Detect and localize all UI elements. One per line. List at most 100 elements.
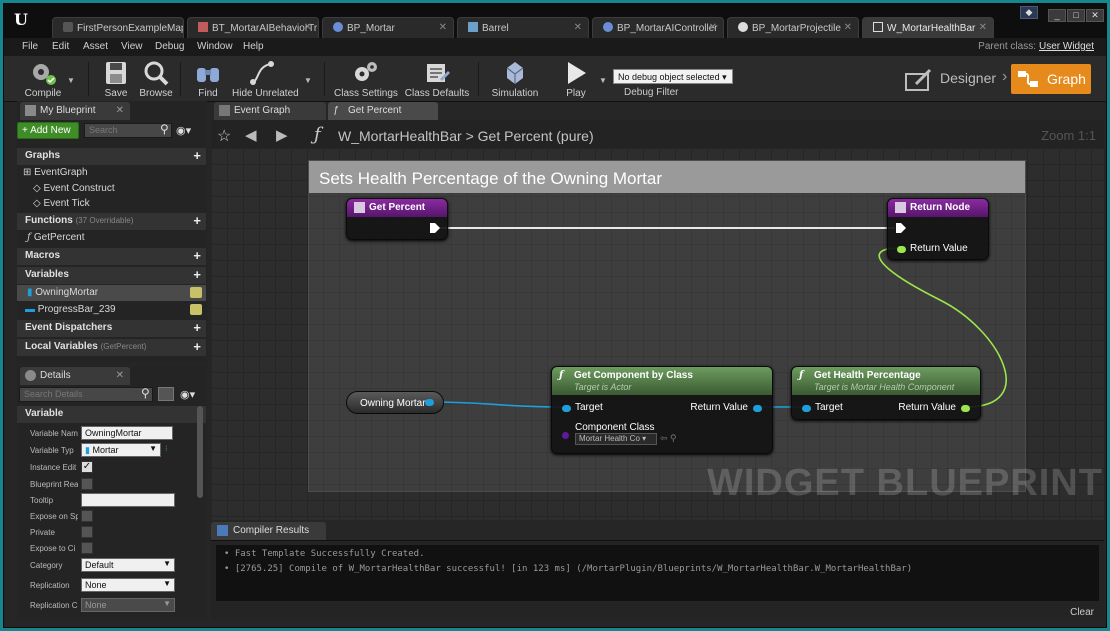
menu-file[interactable]: File: [22, 41, 38, 52]
return-node[interactable]: Return Node Return Value: [887, 198, 989, 260]
minimize-button[interactable]: _: [1048, 9, 1066, 22]
get-health-percentage-node[interactable]: ƒ Get Health Percentage Target is Mortar…: [791, 366, 981, 420]
tab-first-person-map[interactable]: FirstPersonExampleMap*: [52, 17, 184, 38]
replication-select[interactable]: None ▼: [81, 578, 175, 592]
menu-view[interactable]: View: [121, 41, 143, 52]
graphs-section-header[interactable]: Graphs +: [17, 148, 206, 165]
replication-condition-select[interactable]: None ▼: [81, 598, 175, 612]
get-component-by-class-node[interactable]: ƒ Get Component by Class Target is Actor…: [551, 366, 773, 454]
parent-class-link[interactable]: User Widget: [1039, 41, 1094, 52]
tab-barrel[interactable]: Barrel ✕: [457, 17, 589, 38]
details-tab[interactable]: Details ✕: [20, 367, 130, 385]
star-icon[interactable]: ☆: [217, 126, 231, 146]
property-matrix-icon[interactable]: [158, 387, 174, 401]
browse-button[interactable]: Browse: [136, 58, 176, 100]
tree-item-progress-bar[interactable]: ▬ ProgressBar_239: [17, 302, 206, 318]
tooltip-input[interactable]: [81, 493, 175, 507]
use-selected-asset-icon[interactable]: ⇦ ⚲: [660, 433, 677, 444]
add-graph-icon[interactable]: +: [193, 148, 201, 163]
close-icon[interactable]: ✕: [979, 22, 987, 33]
add-local-variable-icon[interactable]: +: [193, 339, 201, 354]
maximize-button[interactable]: □: [1067, 9, 1085, 22]
add-variable-icon[interactable]: +: [193, 267, 201, 282]
instance-editable-checkbox[interactable]: ✓: [81, 461, 93, 473]
return-value-pin[interactable]: [753, 405, 762, 412]
variables-section-header[interactable]: Variables +: [17, 267, 206, 284]
close-window-button[interactable]: ✕: [1086, 9, 1104, 22]
private-checkbox[interactable]: [81, 526, 93, 538]
graph-mode-button[interactable]: Graph: [1011, 64, 1091, 94]
exec-in-pin[interactable]: [896, 223, 906, 233]
add-new-button[interactable]: + Add New: [17, 122, 79, 139]
functions-section-header[interactable]: Functions (37 Overridable) +: [17, 213, 206, 230]
target-pin[interactable]: [562, 405, 571, 412]
details-search-input[interactable]: Search Details: [19, 387, 153, 402]
details-scrollbar[interactable]: [197, 406, 203, 498]
container-type-icon[interactable]: ⁝: [165, 444, 168, 453]
clear-button[interactable]: Clear: [1070, 607, 1094, 618]
my-blueprint-search-input[interactable]: Search: [84, 123, 172, 138]
play-options-arrow[interactable]: ▼: [599, 76, 607, 85]
return-value-pin[interactable]: [961, 405, 970, 412]
add-macro-icon[interactable]: +: [193, 248, 201, 263]
blueprint-read-only-checkbox[interactable]: [81, 478, 93, 490]
eye-icon[interactable]: [190, 304, 202, 315]
close-icon[interactable]: ✕: [116, 105, 124, 116]
compiler-results-tab[interactable]: Compiler Results: [211, 522, 326, 540]
owning-mortar-get-node[interactable]: Owning Mortar: [346, 391, 444, 414]
tab-health-bar[interactable]: W_MortarHealthBar ✕: [862, 17, 994, 38]
return-value-pin[interactable]: [897, 246, 906, 253]
play-button[interactable]: Play: [552, 58, 600, 100]
close-icon[interactable]: ✕: [844, 22, 852, 33]
comment-title[interactable]: Sets Health Percentage of the Owning Mor…: [309, 161, 1025, 193]
close-icon[interactable]: ✕: [439, 22, 447, 33]
tree-item-get-percent[interactable]: ƒ GetPercent: [17, 230, 206, 246]
exec-out-pin[interactable]: [430, 223, 440, 233]
add-event-dispatcher-icon[interactable]: +: [193, 320, 201, 335]
class-settings-button[interactable]: Class Settings: [334, 58, 398, 100]
eye-view-options-icon[interactable]: ◉▾: [176, 124, 191, 137]
macros-section-header[interactable]: Macros +: [17, 248, 206, 265]
expose-on-spawn-checkbox[interactable]: [81, 510, 93, 522]
menu-asset[interactable]: Asset: [83, 41, 108, 52]
class-defaults-button[interactable]: Class Defaults: [404, 58, 470, 100]
component-class-pin[interactable]: [562, 432, 569, 439]
close-icon[interactable]: ✕: [709, 22, 717, 33]
eye-view-options-icon[interactable]: ◉▾: [180, 388, 195, 401]
my-blueprint-tab[interactable]: My Blueprint ✕: [20, 102, 130, 120]
local-variables-section-header[interactable]: Local Variables (GetPercent) +: [17, 339, 206, 356]
tree-item-owning-mortar[interactable]: ▮ OwningMortar: [17, 285, 206, 301]
variable-name-input[interactable]: OwningMortar: [81, 426, 173, 440]
debug-object-select[interactable]: No debug object selected ▾: [613, 69, 733, 84]
close-icon[interactable]: ✕: [574, 22, 582, 33]
expose-to-cinematics-checkbox[interactable]: [81, 542, 93, 554]
hide-unrelated-button[interactable]: Hide Unrelated: [232, 58, 299, 100]
back-arrow-icon[interactable]: ◀: [245, 126, 257, 144]
menu-window[interactable]: Window: [197, 41, 233, 52]
component-class-select[interactable]: Mortar Health Co ▾: [575, 433, 657, 445]
tab-projectile[interactable]: BP_MortarProjectile ✕: [727, 17, 859, 38]
save-button[interactable]: Save: [96, 58, 136, 100]
tab-ai-controller[interactable]: BP_MortarAIController ✕: [592, 17, 724, 38]
tree-item-event-graph[interactable]: ⊞ EventGraph: [17, 165, 206, 181]
target-pin[interactable]: [802, 405, 811, 412]
tab-get-percent[interactable]: ƒ Get Percent: [328, 102, 438, 120]
tab-event-graph[interactable]: Event Graph: [214, 102, 326, 120]
eye-icon[interactable]: [190, 287, 202, 298]
menu-help[interactable]: Help: [243, 41, 264, 52]
close-icon[interactable]: ✕: [304, 22, 312, 33]
tab-bp-mortar[interactable]: BP_Mortar ✕: [322, 17, 454, 38]
category-select[interactable]: Default ▼: [81, 558, 175, 572]
simulation-button[interactable]: Simulation: [488, 58, 542, 100]
variable-type-select[interactable]: ▮ Mortar ▼: [81, 443, 161, 457]
add-function-icon[interactable]: +: [193, 213, 201, 228]
event-dispatchers-section-header[interactable]: Event Dispatchers +: [17, 320, 206, 337]
breadcrumb-blueprint[interactable]: W_MortarHealthBar: [338, 128, 462, 144]
forward-arrow-icon[interactable]: ▶: [276, 126, 288, 144]
menu-edit[interactable]: Edit: [52, 41, 69, 52]
menu-debug[interactable]: Debug: [155, 41, 184, 52]
tree-item-event-tick[interactable]: ◇ Event Tick: [17, 196, 206, 212]
find-button[interactable]: Find: [188, 58, 228, 100]
compile-options-arrow[interactable]: ▼: [67, 76, 75, 85]
hide-unrelated-options-arrow[interactable]: ▼: [304, 76, 312, 85]
